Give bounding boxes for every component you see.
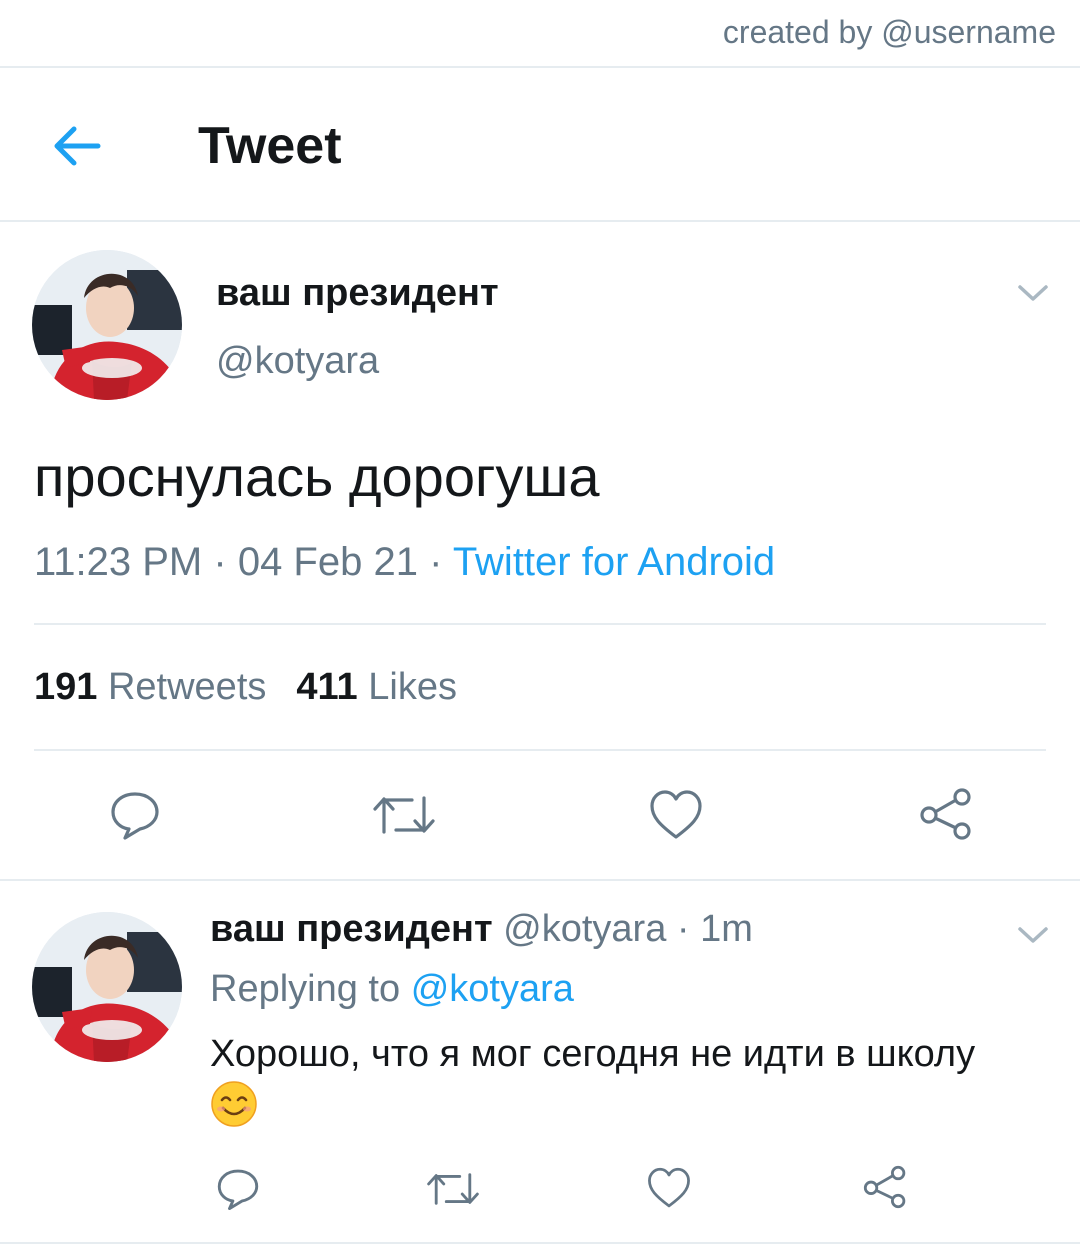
retweet-button[interactable] <box>372 790 436 845</box>
reply-share-button[interactable] <box>862 1164 908 1215</box>
reply-button[interactable] <box>108 788 162 847</box>
reply-menu-button[interactable] <box>1016 924 1050 946</box>
like-label: Likes <box>368 666 457 708</box>
retweet-label: Retweets <box>107 666 267 708</box>
reply-icon <box>217 1169 259 1211</box>
divider <box>0 220 1080 222</box>
smiling-face-icon <box>210 1080 258 1142</box>
divider <box>34 623 1046 625</box>
retweet-icon <box>427 1173 479 1205</box>
like-button[interactable] <box>648 788 704 847</box>
avatar-image <box>32 250 182 400</box>
retweet-count: 191 <box>34 666 98 708</box>
share-button[interactable] <box>918 786 974 847</box>
replying-to-label: Replying to <box>210 968 401 1010</box>
heart-icon <box>650 790 702 839</box>
reply-author-handle[interactable]: @kotyara <box>503 908 666 950</box>
reply-like-button[interactable] <box>646 1166 692 1215</box>
tweet-menu-button[interactable] <box>1016 282 1050 304</box>
reply-time: 1m <box>700 908 753 950</box>
share-icon <box>863 1165 906 1209</box>
like-count: 411 <box>296 666 358 708</box>
divider <box>0 879 1080 881</box>
divider <box>0 1242 1080 1244</box>
tweet-date: 04 Feb 21 <box>237 540 418 584</box>
page-title: Tweet <box>198 117 342 175</box>
reply-icon <box>111 792 159 840</box>
tweet-stats: 191 Retweets 411 Likes <box>34 666 457 709</box>
retweets-stat[interactable]: 191 Retweets <box>34 666 266 708</box>
separator: · <box>676 908 690 950</box>
chevron-down-icon <box>1018 285 1048 301</box>
arrow-left-icon <box>54 126 101 166</box>
heart-icon <box>648 1167 690 1208</box>
author-handle[interactable]: @kotyara <box>216 340 379 383</box>
reply-text-block: Хорошо, что я мог сегодня не идти в школ… <box>210 1028 1060 1142</box>
back-button[interactable] <box>48 118 108 174</box>
tweet-source-link[interactable]: Twitter for Android <box>453 540 775 584</box>
avatar[interactable] <box>32 250 182 400</box>
author-name[interactable]: ваш президент <box>216 272 499 315</box>
reply-avatar[interactable] <box>32 912 182 1062</box>
retweet-icon <box>373 796 435 834</box>
reply-text: Хорошо, что я мог сегодня не идти в школ… <box>210 1033 976 1075</box>
avatar-image <box>32 912 182 1062</box>
credit-text: created by @username <box>722 14 1056 50</box>
reply-author-name[interactable]: ваш президент <box>210 908 493 950</box>
reply-reply-button[interactable] <box>215 1166 261 1217</box>
replying-to-mention[interactable]: @kotyara <box>411 968 574 1010</box>
likes-stat[interactable]: 411 Likes <box>296 666 457 708</box>
replying-to: Replying to @kotyara <box>210 968 574 1011</box>
tweet-time: 11:23 PM <box>34 540 203 584</box>
divider <box>0 66 1080 68</box>
divider <box>34 749 1046 751</box>
reply-header: ваш президент @kotyara · 1m <box>210 908 753 951</box>
chevron-down-icon <box>1018 927 1048 943</box>
tweet-text: проснулась дорогуша <box>34 445 600 508</box>
separator: · <box>429 540 443 584</box>
separator: · <box>213 540 227 584</box>
share-icon <box>920 788 971 840</box>
tweet-meta: 11:23 PM · 04 Feb 21 · Twitter for Andro… <box>34 540 775 585</box>
reply-retweet-button[interactable] <box>426 1168 480 1215</box>
